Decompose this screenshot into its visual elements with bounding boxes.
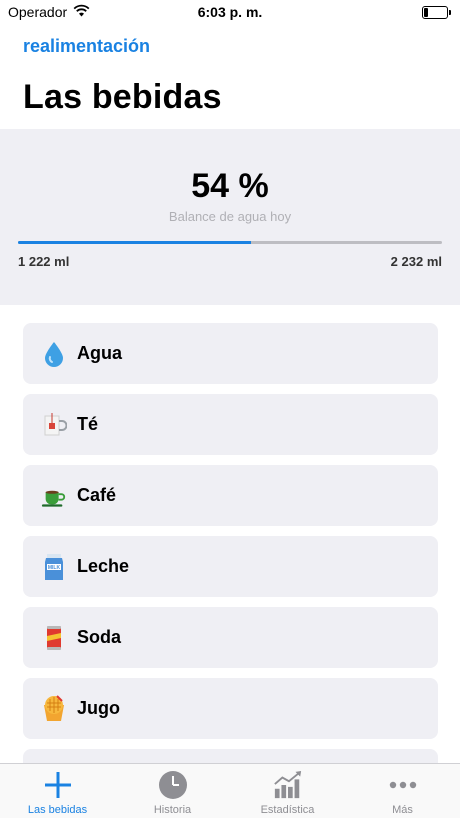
- more-icon: [388, 770, 418, 800]
- battery-icon: [422, 5, 451, 19]
- tab-label: Estadística: [260, 804, 315, 816]
- plus-icon: [43, 770, 73, 800]
- drink-item-te[interactable]: Té: [23, 394, 438, 455]
- balance-caption: Balance de agua hoy: [168, 209, 292, 224]
- balance-progress-fill: [18, 241, 252, 244]
- tab-label: Las bebidas: [27, 804, 88, 816]
- tab-mas[interactable]: Más: [345, 764, 460, 818]
- wifi-icon: [73, 4, 90, 20]
- coffee-cup-icon: [41, 483, 67, 509]
- drink-label: Agua: [77, 343, 122, 363]
- drink-item-agua[interactable]: Agua: [23, 323, 438, 384]
- water-drop-icon: [41, 341, 67, 367]
- drink-label: Té: [77, 414, 99, 434]
- chart-icon: [273, 770, 303, 800]
- status-left: Operador: [8, 4, 90, 20]
- tab-las-bebidas[interactable]: Las bebidas: [0, 764, 115, 818]
- milk-carton-icon: MILK: [41, 553, 67, 580]
- tab-label: Más: [392, 804, 413, 816]
- status-bar: Operador 6:03 p. m.: [0, 0, 460, 24]
- balance-current: 1 222 ml: [18, 254, 70, 269]
- drink-item-jugo[interactable]: Jugo: [23, 678, 438, 739]
- tab-label: Historia: [153, 804, 192, 816]
- drink-item-soda[interactable]: Soda: [23, 607, 438, 668]
- drink-list: Agua Té Café MILK Leche Soda Jugo: [23, 323, 438, 763]
- juice-icon: [41, 694, 67, 722]
- tab-historia[interactable]: Historia: [115, 764, 230, 818]
- drink-item-leche[interactable]: MILK Leche: [23, 536, 438, 597]
- drink-item-partial[interactable]: [23, 749, 438, 763]
- tab-bar: Las bebidas Historia Estadística Más: [0, 763, 460, 818]
- tab-estadistica[interactable]: Estadística: [230, 764, 345, 818]
- carrier-label: Operador: [8, 4, 68, 20]
- clock-icon: [158, 770, 188, 800]
- tea-icon: [41, 412, 67, 438]
- svg-text:MILK: MILK: [48, 564, 61, 570]
- drink-label: Soda: [77, 627, 122, 647]
- soda-can-icon: [41, 625, 67, 651]
- drink-label: Leche: [77, 556, 130, 576]
- balance-panel: 54 % Balance de agua hoy 1 222 ml 2 232 …: [0, 129, 460, 305]
- balance-progress-bar: [18, 241, 442, 244]
- drink-label: Jugo: [77, 698, 120, 718]
- page-title: Las bebidas: [23, 78, 222, 116]
- back-link[interactable]: realimentación: [23, 36, 150, 57]
- drink-label: Café: [77, 485, 117, 505]
- balance-goal: 2 232 ml: [390, 254, 442, 269]
- drink-item-cafe[interactable]: Café: [23, 465, 438, 526]
- balance-percent: 54 %: [191, 167, 269, 205]
